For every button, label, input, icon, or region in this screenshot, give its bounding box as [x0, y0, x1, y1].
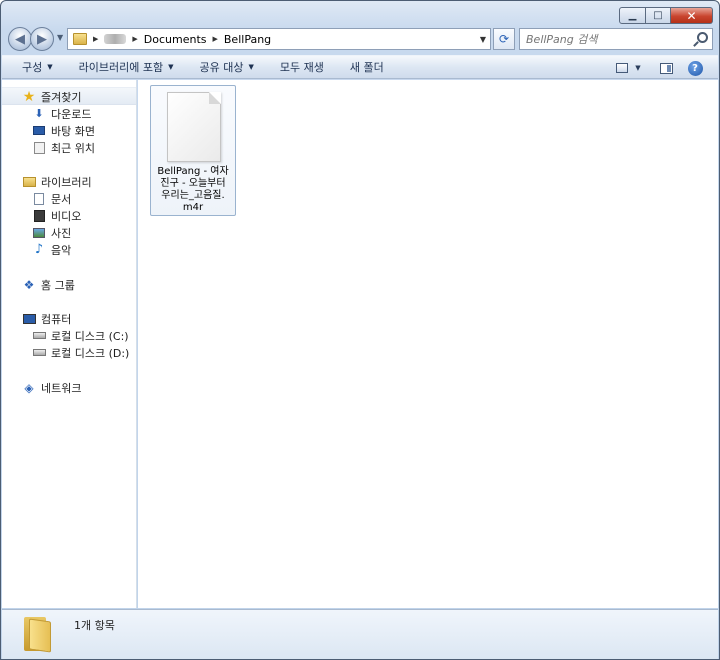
search-box[interactable] [519, 28, 713, 50]
address-dropdown-icon[interactable]: ▼ [480, 35, 486, 44]
recent-places-icon [32, 141, 46, 155]
downloads-icon: ⬇ [34, 107, 44, 120]
views-icon [616, 63, 628, 73]
play-all-button[interactable]: 모두 재생 [270, 56, 334, 78]
sidebar-item-drive-d[interactable]: 로컬 디스크 (D:) [32, 344, 129, 361]
new-folder-label: 새 폴더 [349, 61, 384, 74]
window-controls: ▁ □ ✕ [619, 7, 713, 24]
sidebar-item-label: 컴퓨터 [41, 312, 72, 326]
sidebar-item-label: 사진 [51, 226, 72, 240]
sidebar-item-documents[interactable]: 문서 [32, 190, 71, 207]
preview-pane-icon [659, 62, 673, 74]
file-name-line: 진구 - 오늘부터 [160, 178, 226, 189]
share-with-label: 공유 대상 [199, 61, 244, 74]
videos-icon [32, 209, 46, 223]
include-library-label: 라이브러리에 포함 [78, 61, 164, 74]
computer-icon [22, 312, 36, 326]
view-options-dropdown[interactable]: ▼ [632, 58, 644, 78]
chevron-down-icon: ▼ [248, 63, 254, 71]
m4r-file-icon [167, 92, 221, 162]
sidebar-item-label: 네트워크 [41, 381, 82, 395]
help-icon: ? [687, 60, 703, 76]
navigation-bar: ◀ ▶ ▼ ▶ ▶ Documents ▶ BellPang ▼ ⟳ [7, 27, 713, 51]
new-folder-button[interactable]: 새 폴더 [340, 56, 394, 78]
sidebar-item-label: 다운로드 [51, 107, 92, 121]
address-bar[interactable]: ▶ ▶ Documents ▶ BellPang ▼ [67, 28, 491, 50]
sidebar-item-label: 바탕 화면 [51, 124, 95, 138]
sidebar-item-label: 로컬 디스크 (C:) [51, 329, 129, 343]
include-in-library-menu[interactable]: 라이브러리에 포함 ▼ [69, 56, 184, 78]
sidebar-item-drive-c[interactable]: 로컬 디스크 (C:) [32, 327, 129, 344]
blurred-username[interactable] [104, 34, 127, 44]
desktop-icon [32, 124, 46, 138]
documents-icon [32, 192, 46, 206]
sidebar-item-libraries[interactable]: 라이브러리 [22, 173, 92, 190]
sidebar-item-desktop[interactable]: 바탕 화면 [32, 122, 95, 139]
sidebar-item-downloads[interactable]: ⬇ 다운로드 [32, 105, 91, 122]
star-icon: ★ [22, 88, 36, 105]
item-count: 1개 항목 [74, 619, 115, 632]
preview-pane-button[interactable] [657, 58, 675, 78]
music-icon: ♪ [34, 242, 44, 257]
sidebar-item-label: 홈 그룹 [41, 278, 75, 292]
sidebar-item-homegroup[interactable]: ❖ 홈 그룹 [22, 276, 75, 293]
file-item[interactable]: BellPang - 여자 진구 - 오늘부터 우리는_고음질. m4r [150, 85, 236, 216]
sidebar-item-label: 최근 위치 [51, 141, 95, 155]
drive-c-icon [32, 329, 46, 343]
share-with-menu[interactable]: 공유 대상 ▼ [190, 56, 264, 78]
file-name-line: 우리는_고음질. [161, 190, 225, 201]
breadcrumb-documents[interactable]: Documents [144, 33, 207, 46]
navigation-pane: ★ 즐겨찾기 ⬇ 다운로드 바탕 화면 최근 위치 라이브러리 문서 비디오 사… [2, 80, 137, 608]
sidebar-item-music[interactable]: ♪ 음악 [32, 241, 71, 258]
sidebar-item-label: 로컬 디스크 (D:) [51, 346, 130, 360]
sidebar-item-label: 라이브러리 [41, 175, 92, 189]
search-icon[interactable] [697, 32, 708, 43]
sidebar-item-label: 문서 [51, 192, 72, 206]
sidebar-item-label: 음악 [51, 243, 72, 257]
file-list-area[interactable]: BellPang - 여자 진구 - 오늘부터 우리는_고음질. m4r [138, 80, 718, 608]
help-button[interactable]: ? [686, 58, 704, 78]
file-name-line: BellPang - 여자 [157, 166, 229, 177]
sidebar-item-label: 즐겨찾기 [41, 90, 82, 104]
details-pane: 1개 항목 [2, 609, 718, 659]
command-bar: 구성 ▼ 라이브러리에 포함 ▼ 공유 대상 ▼ 모두 재생 새 폴더 ▼ ? [2, 55, 718, 79]
explorer-window: ▁ □ ✕ ◀ ▶ ▼ ▶ ▶ Documents ▶ BellPang ▼ ⟳… [0, 0, 720, 660]
back-button[interactable]: ◀ [8, 27, 32, 51]
breadcrumb-bellpang[interactable]: BellPang [224, 33, 271, 46]
folder-icon [73, 33, 87, 45]
homegroup-icon: ❖ [23, 277, 35, 292]
refresh-icon[interactable]: ⟳ [493, 28, 515, 50]
play-all-label: 모두 재생 [279, 61, 324, 74]
maximize-button[interactable]: □ [646, 7, 671, 24]
sidebar-item-recent-places[interactable]: 최근 위치 [32, 139, 95, 156]
organize-label: 구성 [22, 61, 43, 74]
file-name: BellPang - 여자 진구 - 오늘부터 우리는_고음질. m4r [155, 166, 231, 214]
sidebar-item-label: 비디오 [51, 209, 82, 223]
sidebar-item-favorites[interactable]: ★ 즐겨찾기 [22, 88, 82, 105]
breadcrumb-separator-icon[interactable]: ▶ [132, 35, 137, 43]
pictures-icon [32, 226, 46, 240]
file-name-line: m4r [182, 202, 204, 213]
chevron-down-icon: ▼ [47, 63, 53, 71]
organize-menu[interactable]: 구성 ▼ [12, 56, 63, 78]
sidebar-item-pictures[interactable]: 사진 [32, 224, 71, 241]
sidebar-item-computer[interactable]: 컴퓨터 [22, 310, 71, 327]
libraries-icon [22, 175, 36, 189]
breadcrumb-separator-icon[interactable]: ▶ [93, 35, 98, 43]
chevron-down-icon: ▼ [168, 63, 174, 71]
close-button[interactable]: ✕ [671, 7, 713, 24]
network-icon: ◈ [24, 380, 34, 395]
change-view-button[interactable] [614, 58, 630, 78]
sidebar-item-network[interactable]: ◈ 네트워크 [22, 379, 81, 396]
minimize-button[interactable]: ▁ [619, 7, 646, 24]
sidebar-item-videos[interactable]: 비디오 [32, 207, 81, 224]
search-input[interactable] [526, 32, 686, 46]
recent-pages-dropdown-icon[interactable]: ▼ [57, 33, 63, 42]
drive-d-icon [32, 346, 46, 360]
forward-button[interactable]: ▶ [30, 27, 54, 51]
folder-icon [22, 617, 52, 653]
breadcrumb-separator-icon[interactable]: ▶ [213, 35, 218, 43]
